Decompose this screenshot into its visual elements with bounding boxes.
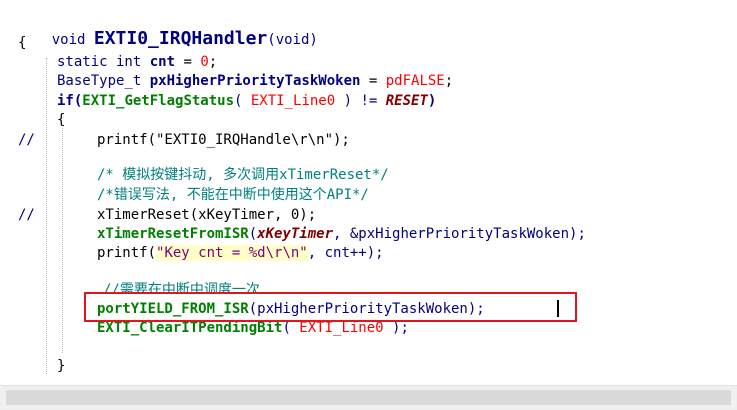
operator: = <box>360 73 386 89</box>
macro: pdFALSE <box>385 73 445 89</box>
variable: cnt <box>149 54 176 70</box>
function-call: EXTI_GetFlagStatus <box>82 93 235 109</box>
semicolon: ; <box>208 54 218 70</box>
code-line: /*错误写法, 不能在中断中使用这个API*/ <box>97 186 369 205</box>
macro: EXTI_Line0 <box>250 93 336 109</box>
number: 0 <box>200 54 209 70</box>
paren: ); <box>383 320 409 336</box>
arguments: , &pxHigherPriorityTaskWoken); <box>333 226 586 242</box>
comment-marker: // <box>18 207 35 223</box>
code-line: } <box>57 357 65 376</box>
keyword: static int <box>57 54 150 70</box>
params: (void) <box>267 32 318 48</box>
horizontal-scrollbar[interactable] <box>0 385 737 410</box>
code-line: { <box>57 111 65 130</box>
paren: ( <box>282 320 300 336</box>
statement: printf("EXTI0_IRQHandle\r\n"); <box>97 132 350 148</box>
semicolon: ; <box>444 73 454 89</box>
operator: = <box>175 54 201 70</box>
string-literal: "Key cnt = %d\r\n" <box>156 245 308 261</box>
code-editor[interactable]: void EXTI0_IRQHandler(void) { static int… <box>0 0 737 385</box>
paren: ( <box>248 226 258 242</box>
code-line: static int cnt = 0; <box>57 53 217 72</box>
code-line: printf("Key cnt = %d\r\n", cnt++); <box>97 244 384 263</box>
scrollbar-thumb[interactable] <box>6 390 731 405</box>
keyword-if: if <box>57 93 74 109</box>
arguments: , cnt++); <box>307 245 384 261</box>
code-line: portYIELD_FROM_ISR(pxHigherPriorityTaskW… <box>97 300 485 319</box>
variable: pxHigherPriorityTaskWoken <box>149 73 361 89</box>
comment: /*错误写法, 不能在中断中使用这个API*/ <box>97 187 369 203</box>
statement: xTimerReset(xKeyTimer, 0); <box>97 207 317 223</box>
arguments: (pxHigherPriorityTaskWoken); <box>248 301 485 317</box>
paren: ) <box>427 93 437 109</box>
operator: ) != <box>335 93 386 109</box>
function-name: EXTI0_IRQHandler <box>93 28 268 49</box>
code-line: BaseType_t pxHigherPriorityTaskWoken = p… <box>57 72 453 91</box>
code-line: { <box>18 34 26 53</box>
text-cursor <box>557 300 559 317</box>
function-call: EXTI_ClearITPendingBit <box>97 320 283 336</box>
macro: RESET <box>385 93 428 109</box>
code-line: void EXTI0_IRQHandler(void) <box>18 10 318 48</box>
code-line: xTimerReset(xKeyTimer, 0); <box>97 206 316 225</box>
code-line: /* 模拟按键抖动, 多次调用xTimerReset*/ <box>97 166 389 185</box>
brace: { <box>18 35 27 51</box>
macro: EXTI_Line0 <box>299 320 384 336</box>
paren: ( <box>234 93 251 109</box>
function-call: printf( <box>97 245 157 261</box>
function-call: portYIELD_FROM_ISR <box>97 301 249 317</box>
code-line: printf("EXTI0_IRQHandle\r\n"); <box>97 131 350 150</box>
code-line: if(EXTI_GetFlagStatus( EXTI_Line0 ) != R… <box>57 92 436 111</box>
indent-guide <box>62 128 63 353</box>
argument: xKeyTimer <box>257 226 334 242</box>
brace: } <box>57 358 66 374</box>
function-call: xTimerResetFromISR <box>97 226 249 242</box>
keyword: void <box>51 32 94 48</box>
brace: { <box>57 112 66 128</box>
type-name: BaseType_t <box>57 73 150 89</box>
code-line: xTimerResetFromISR(xKeyTimer, &pxHigherP… <box>97 225 586 244</box>
indent-guide <box>46 58 47 374</box>
comment: /* 模拟按键抖动, 多次调用xTimerReset*/ <box>97 167 389 183</box>
comment-marker: // <box>18 132 35 148</box>
